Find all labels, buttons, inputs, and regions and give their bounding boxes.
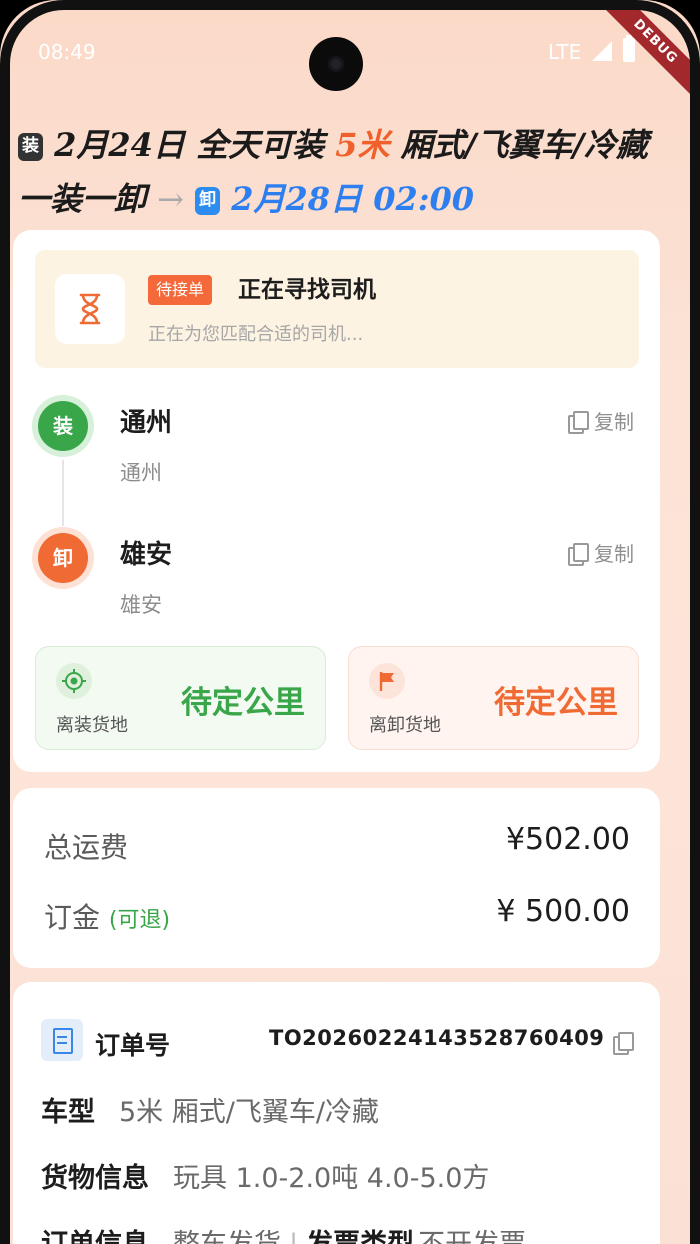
divider: | <box>289 1229 298 1244</box>
driver-search-status: 待接单 正在寻找司机 正在为您匹配合适的司机... <box>35 250 639 368</box>
load-date: 2月24日 <box>54 126 185 164</box>
copy-icon <box>568 542 589 566</box>
app-screen: 08:49 LTE DEBUG 装 2月24日 全天可装 5米 厢式/飞翼车/冷… <box>0 0 700 1244</box>
status-time: 08:49 <box>38 40 96 64</box>
load-marker: 装 <box>38 401 88 451</box>
copy-load-address-button[interactable]: 复制 <box>568 406 634 435</box>
order-info-value: 整车发货 <box>173 1229 281 1244</box>
status-badge: 待接单 <box>148 275 213 305</box>
order-route-title: 装 2月24日 全天可装 5米 厢式/飞翼车/冷藏 一装一卸 → 卸 2月28日… <box>18 118 658 226</box>
truck-length: 5米 <box>335 126 390 164</box>
network-type: LTE <box>548 40 582 64</box>
copy-icon <box>568 410 589 434</box>
load-tag: 装 <box>18 133 43 161</box>
distance-label: 离卸货地 <box>369 715 441 736</box>
order-detail-card: 订单号 TO20260224143528760409 车型 5米 厢式/飞翼车/冷… <box>13 982 660 1244</box>
vehicle-key: 车型 <box>41 1097 95 1128</box>
truck-types: 厢式/飞翼车/冷藏 <box>400 126 649 164</box>
flag-icon <box>369 663 405 699</box>
unload-tag: 卸 <box>195 187 221 215</box>
invoice-key: 发票类型 <box>306 1229 414 1244</box>
route-connector <box>62 460 64 526</box>
deposit-label: 订金 <box>44 901 101 934</box>
total-fee-label: 总运费 <box>44 831 129 864</box>
distance-to-unload: 离卸货地 待定公里 <box>348 646 639 750</box>
distance-label: 离装货地 <box>56 715 128 736</box>
camera-cutout <box>309 37 363 91</box>
vehicle-row: 车型 5米 厢式/飞翼车/冷藏 <box>41 1090 379 1129</box>
document-icon <box>41 1019 83 1061</box>
status-subtitle: 正在为您匹配合适的司机... <box>148 324 364 345</box>
copy-unload-address-button[interactable]: 复制 <box>568 538 634 567</box>
load-mode: 一装一卸 <box>18 180 147 218</box>
load-location-detail: 通州 <box>120 461 162 485</box>
signal-icon <box>592 41 612 61</box>
fee-card: 总运费 ¥502.00 订金 (可退) ¥ 500.00 <box>13 788 660 968</box>
load-window: 全天可装 <box>196 126 325 164</box>
arrow-right-icon: → <box>157 180 184 218</box>
distance-value: 待定公里 <box>494 685 618 721</box>
status-title: 正在寻找司机 <box>238 277 376 303</box>
order-status-card: 待接单 正在寻找司机 正在为您匹配合适的司机... 装 通州 通州 复制 卸 雄… <box>13 230 660 772</box>
load-location-name: 通州 <box>120 408 173 438</box>
cargo-value: 玩具 1.0-2.0吨 4.0-5.0方 <box>173 1163 490 1194</box>
deposit-refundable-note: (可退) <box>108 908 171 933</box>
unload-location-detail: 雄安 <box>120 593 162 617</box>
invoice-value: 不开发票 <box>418 1229 526 1244</box>
total-fee-value: ¥502.00 <box>505 822 630 857</box>
distance-to-load: 离装货地 待定公里 <box>35 646 326 750</box>
deposit-value: ¥ 500.00 <box>496 894 630 929</box>
cargo-key: 货物信息 <box>41 1163 149 1194</box>
unload-marker: 卸 <box>38 533 88 583</box>
order-info-row: 订单信息 整车发货 | 发票类型不开发票 <box>41 1222 526 1244</box>
distance-value: 待定公里 <box>181 685 305 721</box>
battery-icon <box>623 35 635 62</box>
vehicle-value: 5米 厢式/飞翼车/冷藏 <box>119 1097 379 1128</box>
order-number: TO20260224143528760409 <box>269 1026 605 1050</box>
order-info-key: 订单信息 <box>41 1229 149 1244</box>
copy-order-number-icon[interactable] <box>613 1032 634 1055</box>
copy-label: 复制 <box>594 410 634 434</box>
hourglass-icon <box>55 274 125 344</box>
copy-label: 复制 <box>594 542 634 566</box>
unload-datetime: 2月28日 02:00 <box>231 180 475 218</box>
order-number-label: 订单号 <box>95 1031 171 1060</box>
unload-location-name: 雄安 <box>120 540 173 570</box>
deposit-label-group: 订金 (可退) <box>44 896 170 936</box>
cargo-row: 货物信息 玩具 1.0-2.0吨 4.0-5.0方 <box>41 1156 489 1195</box>
location-target-icon <box>56 663 92 699</box>
